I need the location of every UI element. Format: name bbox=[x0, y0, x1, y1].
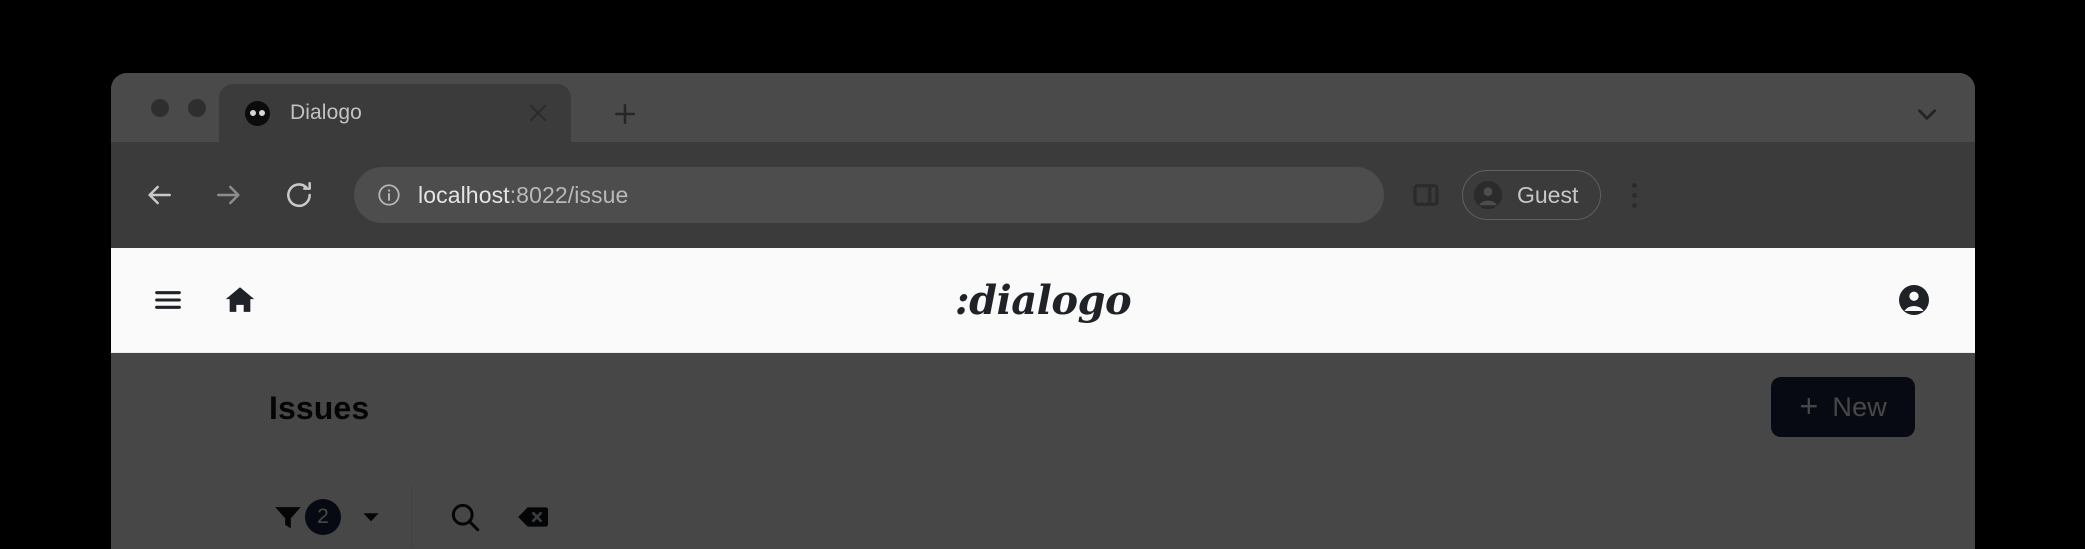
browser-tab-strip: Dialogo bbox=[111, 73, 1975, 142]
brand-logo: :dialogo bbox=[954, 276, 1132, 324]
issues-page: Issues + New 2 bbox=[111, 353, 1975, 549]
tab-search-button[interactable] bbox=[1905, 94, 1949, 134]
side-panel-icon bbox=[1413, 184, 1439, 206]
plus-icon: + bbox=[1799, 388, 1819, 424]
page-title: Issues bbox=[269, 390, 370, 426]
profile-name: Guest bbox=[1517, 181, 1579, 208]
browser-toolbar: localhost:8022/issue Guest bbox=[111, 142, 1975, 248]
info-circle-icon[interactable] bbox=[376, 182, 402, 208]
window-minimize-button[interactable] bbox=[188, 99, 206, 117]
chevron-down-icon bbox=[1918, 109, 1936, 120]
search-icon[interactable] bbox=[442, 494, 488, 540]
address-bar-url: localhost:8022/issue bbox=[418, 182, 628, 209]
toolbar-right-actions: Guest bbox=[1406, 170, 1651, 220]
new-tab-button[interactable] bbox=[603, 94, 647, 134]
dialogo-favicon-icon bbox=[245, 100, 270, 126]
browser-window: Dialogo localhost:8022/issue Guest:dial… bbox=[111, 73, 1975, 549]
home-icon[interactable] bbox=[219, 279, 261, 321]
tab-title: Dialogo bbox=[290, 101, 362, 124]
account-circle-icon bbox=[1471, 178, 1505, 212]
app-header-right bbox=[1893, 279, 1935, 321]
arrow-right-icon bbox=[217, 185, 240, 205]
kebab-dot-1 bbox=[1631, 182, 1637, 188]
search-control-group bbox=[442, 494, 556, 540]
new-issue-button-label: New bbox=[1832, 391, 1887, 422]
close-icon[interactable] bbox=[525, 100, 551, 126]
filter-control-group: 2 bbox=[259, 486, 412, 548]
browser-menu-button[interactable] bbox=[1617, 173, 1651, 217]
forward-button[interactable] bbox=[206, 172, 252, 218]
chevron-down-icon[interactable] bbox=[351, 497, 391, 537]
profile-chip[interactable]: Guest bbox=[1462, 170, 1602, 220]
arrow-left-icon bbox=[148, 185, 171, 205]
url-host: localhost bbox=[418, 181, 510, 208]
app-header-left bbox=[147, 279, 261, 321]
side-panel-button[interactable] bbox=[1406, 175, 1446, 215]
browser-tab-dialogo[interactable]: Dialogo bbox=[219, 84, 571, 142]
page-viewport: :dialogo Issues + New 2 bbox=[111, 248, 1975, 549]
hamburger-menu-icon[interactable] bbox=[147, 279, 189, 321]
reload-button[interactable] bbox=[276, 172, 322, 218]
address-bar[interactable]: localhost:8022/issue bbox=[354, 167, 1384, 223]
page-body: Issues + New 2 bbox=[111, 353, 1975, 549]
app-header: :dialogo bbox=[111, 248, 1975, 353]
kebab-dot-3 bbox=[1631, 202, 1637, 208]
back-button[interactable] bbox=[136, 172, 182, 218]
screen-root: Dialogo localhost:8022/issue Guest:dial… bbox=[0, 0, 2085, 549]
window-close-button[interactable] bbox=[151, 99, 169, 117]
new-issue-button[interactable]: + New bbox=[1771, 377, 1915, 437]
account-icon[interactable] bbox=[1893, 279, 1935, 321]
kebab-dot-2 bbox=[1631, 192, 1637, 198]
clear-search-icon[interactable] bbox=[510, 494, 556, 540]
url-path: :8022/issue bbox=[509, 181, 629, 208]
filter-count-badge: 2 bbox=[305, 499, 341, 535]
issues-filter-toolbar: 2 bbox=[259, 484, 556, 549]
reload-icon bbox=[287, 182, 311, 208]
